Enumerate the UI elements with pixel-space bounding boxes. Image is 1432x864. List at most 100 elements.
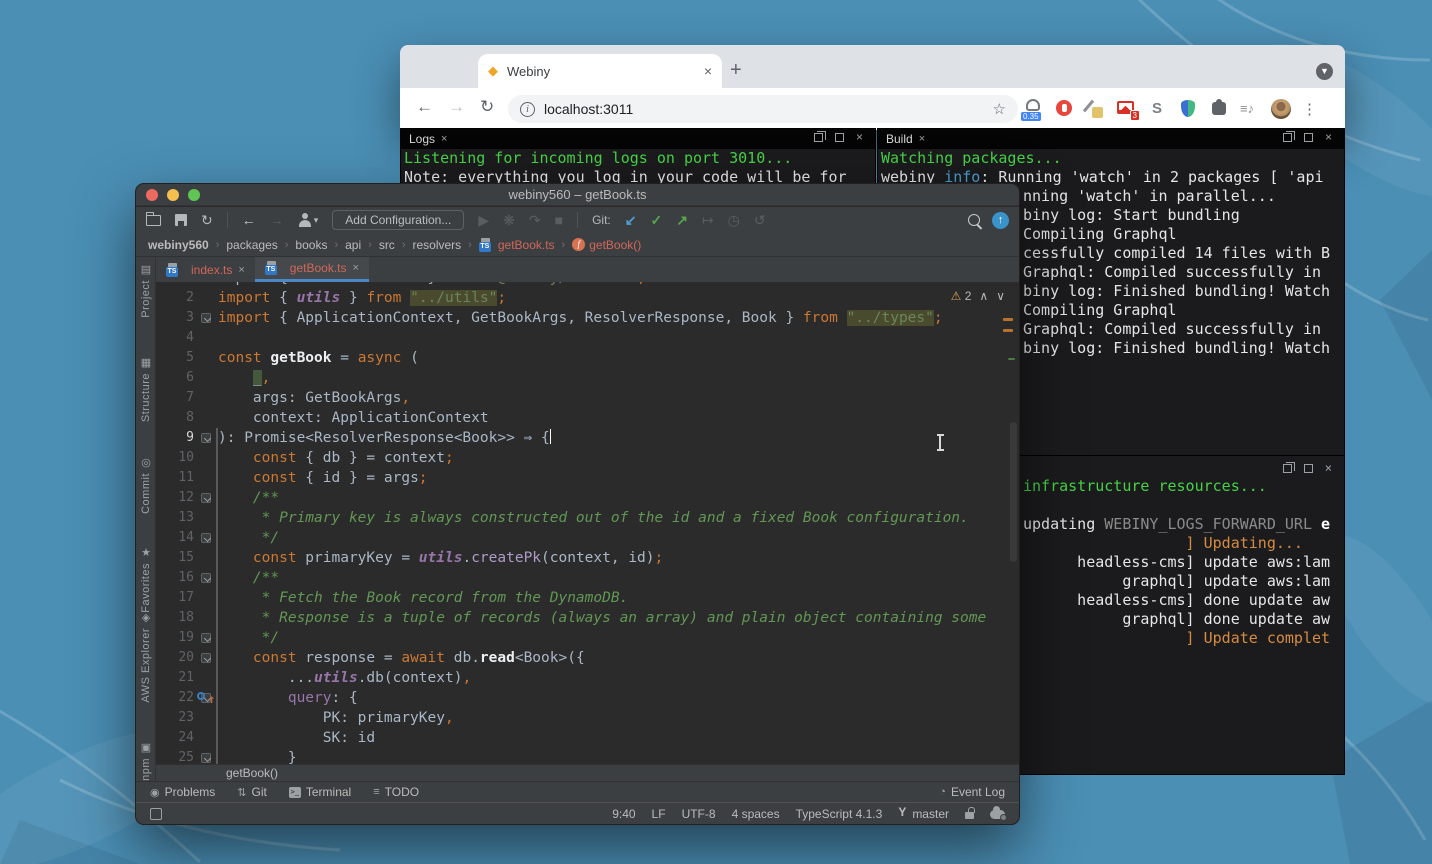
toolwindow-problems[interactable]: ◉Problems: [150, 785, 215, 799]
breadcrumb-item-api[interactable]: api: [345, 238, 361, 252]
sync-icon[interactable]: ↻: [201, 212, 213, 228]
code-text[interactable]: * Response is a tuple of records (always…: [214, 608, 986, 628]
code-text[interactable]: const primaryKey = utils.createPk(contex…: [214, 548, 663, 568]
stripe-item-npm[interactable]: ▣npm: [136, 741, 156, 781]
code-line[interactable]: 8 context: ApplicationContext: [156, 408, 1019, 428]
tab-close-icon[interactable]: ×: [353, 262, 359, 274]
close-icon[interactable]: ×: [856, 133, 863, 142]
code-line[interactable]: 9): Promise<ResolverResponse<Book>> ⇒ {: [156, 428, 1019, 448]
stripe-item-favorites[interactable]: ★Favorites: [136, 546, 156, 613]
code-text[interactable]: context: ApplicationContext: [214, 408, 489, 428]
password-manager-extension-icon[interactable]: [1178, 98, 1198, 120]
fold-marker-icon[interactable]: [201, 313, 211, 323]
page-load-timer-icon[interactable]: 0.35: [1023, 98, 1043, 120]
window-minimize-button[interactable]: [167, 189, 179, 201]
add-configuration-button[interactable]: Add Configuration...: [332, 210, 464, 230]
toolwindow-git[interactable]: ⇅Git: [237, 785, 267, 799]
status-typescript-version[interactable]: TypeScript 4.1.3: [796, 807, 883, 821]
navigate-forward-icon[interactable]: →: [270, 212, 284, 228]
error-stripe-change-mark[interactable]: [1008, 358, 1015, 360]
fold-gutter[interactable]: [198, 608, 214, 628]
fold-gutter[interactable]: ↑: [198, 688, 214, 708]
ide-title-bar[interactable]: webiny560 – getBook.ts: [136, 184, 1019, 206]
status-indent-setting[interactable]: 4 spaces: [732, 807, 780, 821]
settings-sync-icon[interactable]: [990, 810, 1005, 819]
code-line[interactable]: 18 * Response is a tuple of records (alw…: [156, 608, 1019, 628]
code-text[interactable]: args: GetBookArgs,: [214, 388, 410, 408]
status-caret-position[interactable]: 9:40: [612, 807, 635, 821]
code-line[interactable]: 12 /**: [156, 488, 1019, 508]
code-line[interactable]: 10 const { db } = context;: [156, 448, 1019, 468]
code-text[interactable]: PK: primaryKey,: [214, 708, 454, 728]
code-line[interactable]: 23 PK: primaryKey,: [156, 708, 1019, 728]
fold-marker-icon[interactable]: [201, 433, 211, 443]
code-line[interactable]: 21 ...utils.db(context),: [156, 668, 1019, 688]
code-line[interactable]: 6 _,: [156, 368, 1019, 388]
next-issue-icon[interactable]: ∨: [996, 289, 1005, 303]
code-text[interactable]: */: [214, 528, 279, 548]
blocker-extension-icon[interactable]: [1054, 98, 1074, 120]
code-line[interactable]: 20 const response = await db.read<Book>(…: [156, 648, 1019, 668]
terminal-tab-build[interactable]: Build: [886, 132, 913, 146]
code-line[interactable]: 24 SK: id: [156, 728, 1019, 748]
ide-update-icon[interactable]: ↑: [992, 212, 1009, 229]
code-line[interactable]: 25 }: [156, 748, 1019, 764]
editor-scrollbar[interactable]: [1010, 422, 1017, 562]
breadcrumb-item-getbook-[interactable]: fgetBook(): [572, 238, 641, 252]
code-line[interactable]: 16 /**: [156, 568, 1019, 588]
code-text[interactable]: ...utils.db(context),: [214, 668, 471, 688]
git-history-icon[interactable]: ◷: [728, 212, 740, 228]
inspection-widget[interactable]: ⚠ 2 ∧ ∨: [951, 289, 1005, 303]
mail-checker-extension-icon[interactable]: 3: [1116, 98, 1136, 120]
fold-gutter[interactable]: [198, 528, 214, 548]
fold-gutter[interactable]: [198, 548, 214, 568]
stripe-item-commit[interactable]: ◎Commit: [136, 456, 156, 514]
code-text[interactable]: * Fetch the Book record from the DynamoD…: [214, 588, 628, 608]
fold-marker-icon[interactable]: [201, 493, 211, 503]
code-line[interactable]: 3import { ApplicationContext, GetBookArg…: [156, 308, 1019, 328]
seo-extension-icon[interactable]: S: [1147, 98, 1167, 120]
fold-gutter[interactable]: [198, 288, 214, 308]
maximize-icon[interactable]: [1304, 464, 1313, 473]
fold-gutter[interactable]: [198, 408, 214, 428]
code-line[interactable]: 22↑ query: {: [156, 688, 1019, 708]
stripe-item-aws-explorer[interactable]: ◈AWS Explorer: [136, 611, 156, 703]
code-line[interactable]: 15 const primaryKey = utils.createPk(con…: [156, 548, 1019, 568]
fold-marker-icon[interactable]: [201, 633, 211, 643]
maximize-icon[interactable]: [1304, 133, 1313, 142]
code-line[interactable]: 5const getBook = async (: [156, 348, 1019, 368]
gutter-run-icon[interactable]: [197, 692, 205, 700]
git-push-icon[interactable]: ↗: [676, 212, 688, 228]
git-commit-icon[interactable]: ✓: [650, 212, 662, 228]
code-text[interactable]: const response = await db.read<Book>({: [214, 648, 585, 668]
breadcrumb-item-books[interactable]: books: [295, 238, 327, 252]
save-all-icon[interactable]: [175, 214, 187, 226]
search-everywhere-icon[interactable]: [968, 214, 980, 226]
window-close-button[interactable]: [146, 189, 158, 201]
close-icon[interactable]: ×: [1325, 133, 1332, 142]
profile-avatar[interactable]: [1271, 99, 1291, 119]
fold-gutter[interactable]: [198, 628, 214, 648]
fold-marker-icon[interactable]: [201, 653, 211, 663]
git-update-icon[interactable]: ↙: [625, 212, 637, 228]
fold-gutter[interactable]: [198, 388, 214, 408]
fold-gutter[interactable]: [198, 588, 214, 608]
code-text[interactable]: [214, 328, 218, 348]
restore-icon[interactable]: [1283, 464, 1292, 473]
url-text[interactable]: localhost:3011: [544, 101, 993, 117]
git-rollback-icon[interactable]: ↺: [754, 212, 766, 228]
code-text[interactable]: import { utils } from "../utils";: [214, 288, 506, 308]
fold-marker-icon[interactable]: [201, 573, 211, 583]
browser-menu-icon[interactable]: ⋮: [1302, 100, 1317, 118]
fold-gutter[interactable]: [198, 568, 214, 588]
breadcrumb-item-getbook-ts[interactable]: TSgetBook.ts: [479, 238, 555, 252]
code-text[interactable]: const { db } = context;: [214, 448, 454, 468]
maximize-icon[interactable]: [835, 133, 844, 142]
fold-gutter[interactable]: [198, 708, 214, 728]
git-branch-widget[interactable]: master: [898, 807, 949, 821]
run-icon[interactable]: ▶: [478, 212, 489, 228]
fold-gutter[interactable]: [198, 448, 214, 468]
fold-gutter[interactable]: [198, 668, 214, 688]
terminal-tab-close-icon[interactable]: ×: [919, 133, 925, 145]
fold-gutter[interactable]: [198, 328, 214, 348]
